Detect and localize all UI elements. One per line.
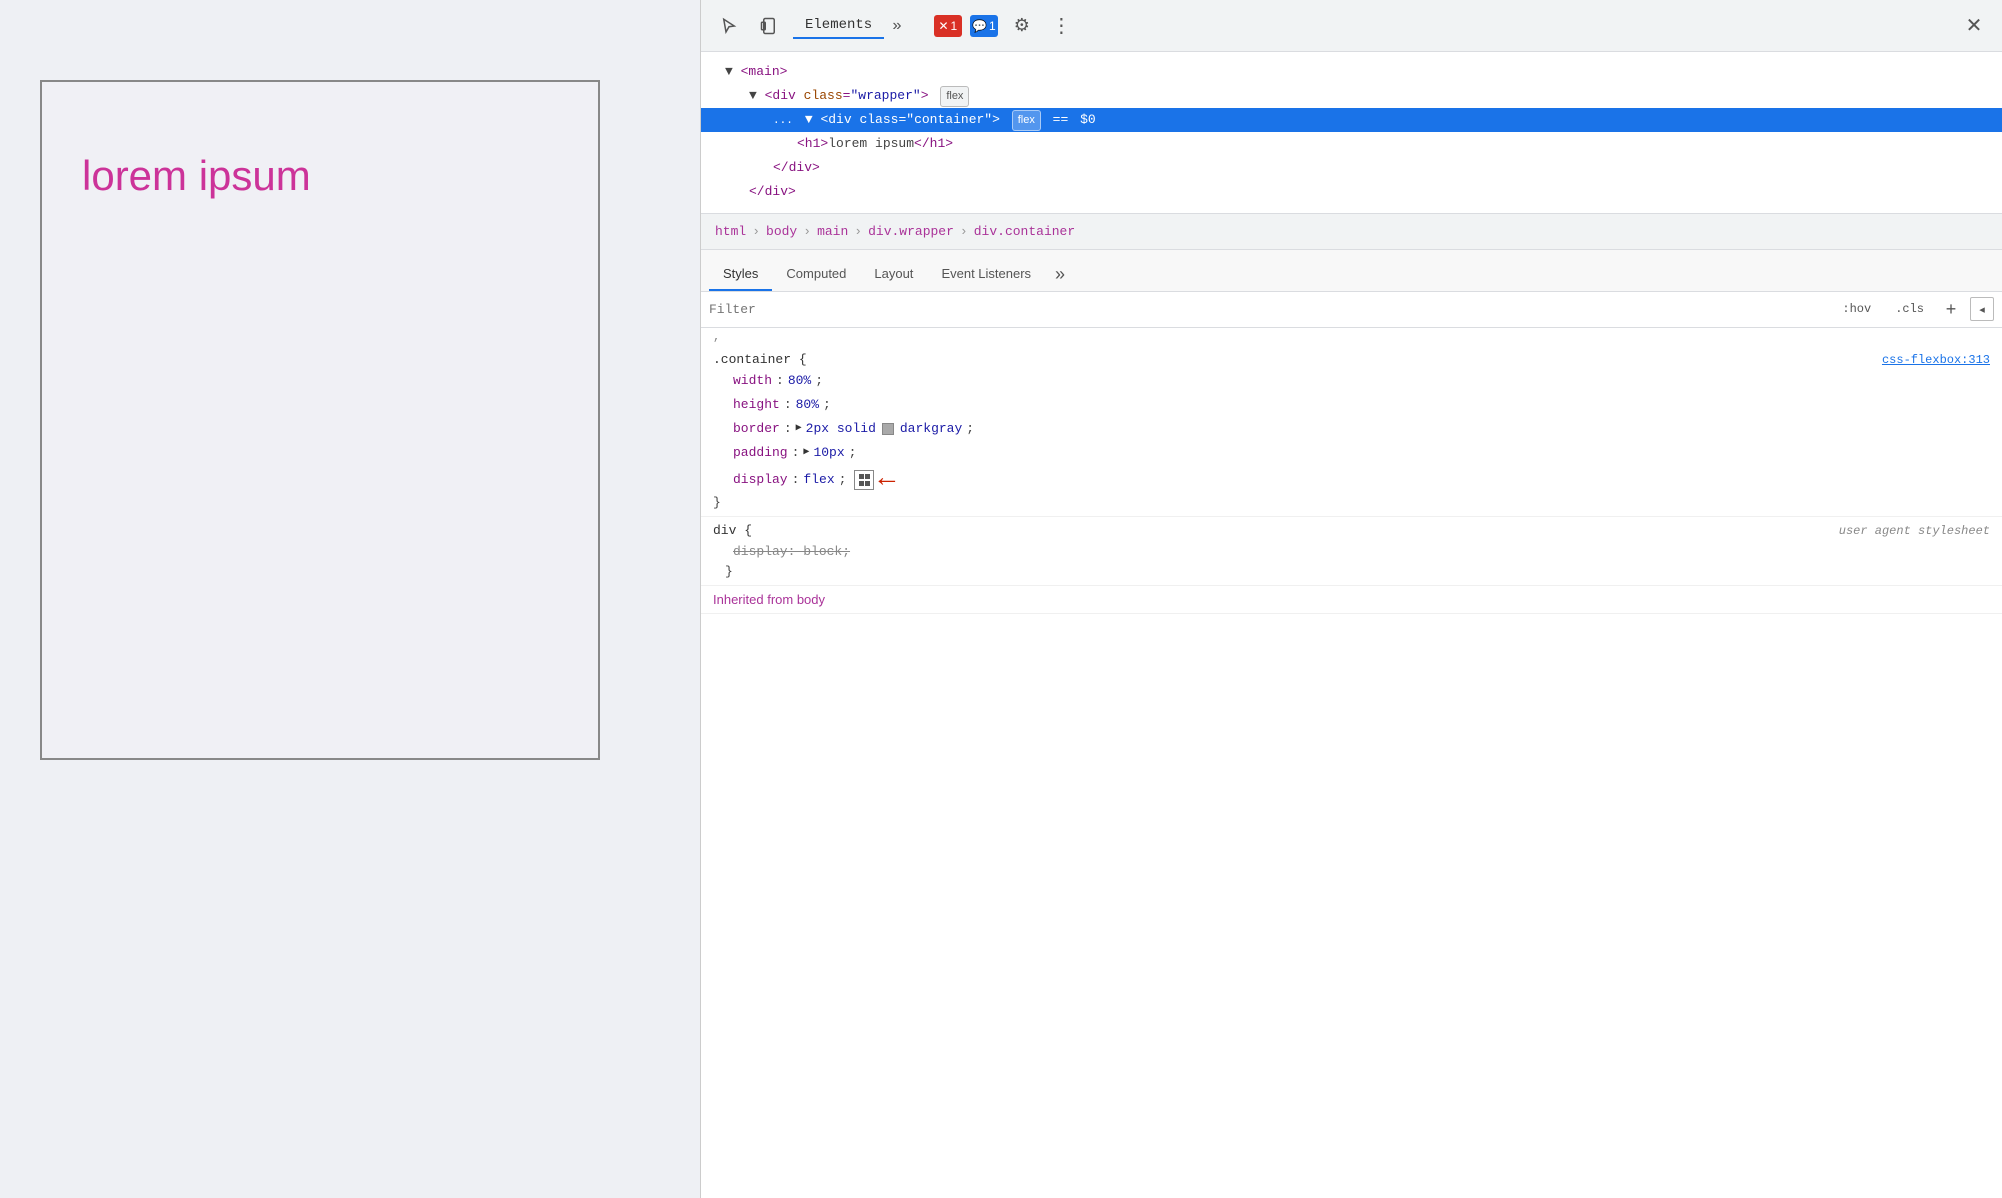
- devtools-toolbar: Elements » ✕ 1 💬 1 ⚙ ⋮ ✕: [701, 0, 2002, 52]
- border-expand-icon[interactable]: ▶: [796, 420, 802, 437]
- prop-display: display : flex ; ←: [713, 465, 1990, 495]
- style-scroll-indicator: ,: [701, 328, 2002, 346]
- prop-div-display: display: block;: [713, 540, 1990, 564]
- devtools-panel: Elements » ✕ 1 💬 1 ⚙ ⋮ ✕ ▼ <main> ▼ <div…: [700, 0, 2002, 1198]
- inspect-element-button[interactable]: [713, 10, 745, 42]
- toggle-layout-button[interactable]: ◂: [1970, 297, 1994, 321]
- prop-padding: padding : ▶ 10px ;: [713, 441, 1990, 465]
- dom-container-open[interactable]: ... ▼ <div class="container"> flex == $0: [701, 108, 2002, 132]
- rule-div-source: user agent stylesheet: [1839, 524, 1990, 538]
- inherited-from-section: Inherited from body: [701, 586, 2002, 614]
- tab-more[interactable]: »: [1045, 257, 1075, 291]
- breadcrumb-wrapper[interactable]: div.wrapper: [862, 222, 960, 241]
- tab-more-chevron[interactable]: »: [892, 17, 902, 35]
- add-style-button[interactable]: +: [1940, 298, 1962, 320]
- annotation-arrow: ←: [878, 466, 895, 494]
- dom-wrapper-open[interactable]: ▼ <div class="wrapper"> flex: [701, 84, 2002, 108]
- dom-h1[interactable]: <h1>lorem ipsum</h1>: [701, 132, 2002, 156]
- filter-input[interactable]: [709, 302, 1826, 317]
- message-count: 1: [989, 19, 996, 33]
- rule-container-close: }: [713, 495, 1990, 510]
- close-devtools-button[interactable]: ✕: [1958, 10, 1990, 42]
- rule-container-header: .container { css-flexbox:313: [713, 352, 1990, 367]
- rule-container-source[interactable]: css-flexbox:313: [1882, 353, 1990, 367]
- color-swatch-darkgray[interactable]: [882, 423, 894, 435]
- dom-tree: ▼ <main> ▼ <div class="wrapper"> flex ..…: [701, 52, 2002, 214]
- rule-div-close: }: [713, 564, 1990, 579]
- dom-wrapper-close[interactable]: </div>: [701, 180, 2002, 204]
- style-rule-div: div { user agent stylesheet display: blo…: [701, 517, 2002, 586]
- toggle-device-toolbar-button[interactable]: [753, 10, 785, 42]
- tab-layout[interactable]: Layout: [860, 258, 927, 291]
- rule-div-selector[interactable]: div {: [713, 523, 752, 538]
- hov-button[interactable]: :hov: [1834, 300, 1879, 318]
- tab-computed[interactable]: Computed: [772, 258, 860, 291]
- error-badge: ✕ 1: [934, 15, 962, 37]
- dom-main-open[interactable]: ▼ <main>: [701, 60, 2002, 84]
- breadcrumb-container[interactable]: div.container: [968, 222, 1081, 241]
- filter-bar: :hov .cls + ◂: [701, 292, 2002, 328]
- prop-height: height : 80% ;: [713, 393, 1990, 417]
- breadcrumb-html[interactable]: html: [709, 222, 752, 241]
- padding-expand-icon[interactable]: ▶: [803, 444, 809, 461]
- settings-button[interactable]: ⚙: [1006, 10, 1038, 42]
- cls-button[interactable]: .cls: [1887, 300, 1932, 318]
- prop-width: width : 80% ;: [713, 369, 1990, 393]
- styles-content: , .container { css-flexbox:313 width : 8…: [701, 328, 2002, 1198]
- breadcrumb-body[interactable]: body: [760, 222, 803, 241]
- breadcrumb-main[interactable]: main: [811, 222, 854, 241]
- dom-div-close[interactable]: </div>: [701, 156, 2002, 180]
- style-rule-container: .container { css-flexbox:313 width : 80%…: [701, 346, 2002, 517]
- inherited-tag[interactable]: body: [797, 592, 825, 607]
- tab-event-listeners[interactable]: Event Listeners: [927, 258, 1045, 291]
- more-options-button[interactable]: ⋮: [1046, 10, 1078, 42]
- style-tabs-bar: Styles Computed Layout Event Listeners »: [701, 250, 2002, 292]
- demo-container: lorem ipsum: [40, 80, 600, 760]
- flex-editor-icon[interactable]: [854, 470, 874, 490]
- browser-viewport: lorem ipsum: [0, 0, 700, 1198]
- message-badge: 💬 1: [970, 15, 998, 37]
- breadcrumb: html › body › main › div.wrapper › div.c…: [701, 214, 2002, 250]
- rule-container-selector[interactable]: .container {: [713, 352, 807, 367]
- prop-border: border : ▶ 2px solid darkgray ;: [713, 417, 1990, 441]
- rule-div-header: div { user agent stylesheet: [713, 523, 1990, 538]
- elements-tab-button[interactable]: Elements: [793, 13, 884, 39]
- error-count: 1: [951, 19, 958, 33]
- tab-styles[interactable]: Styles: [709, 258, 772, 291]
- demo-heading: lorem ipsum: [82, 152, 311, 200]
